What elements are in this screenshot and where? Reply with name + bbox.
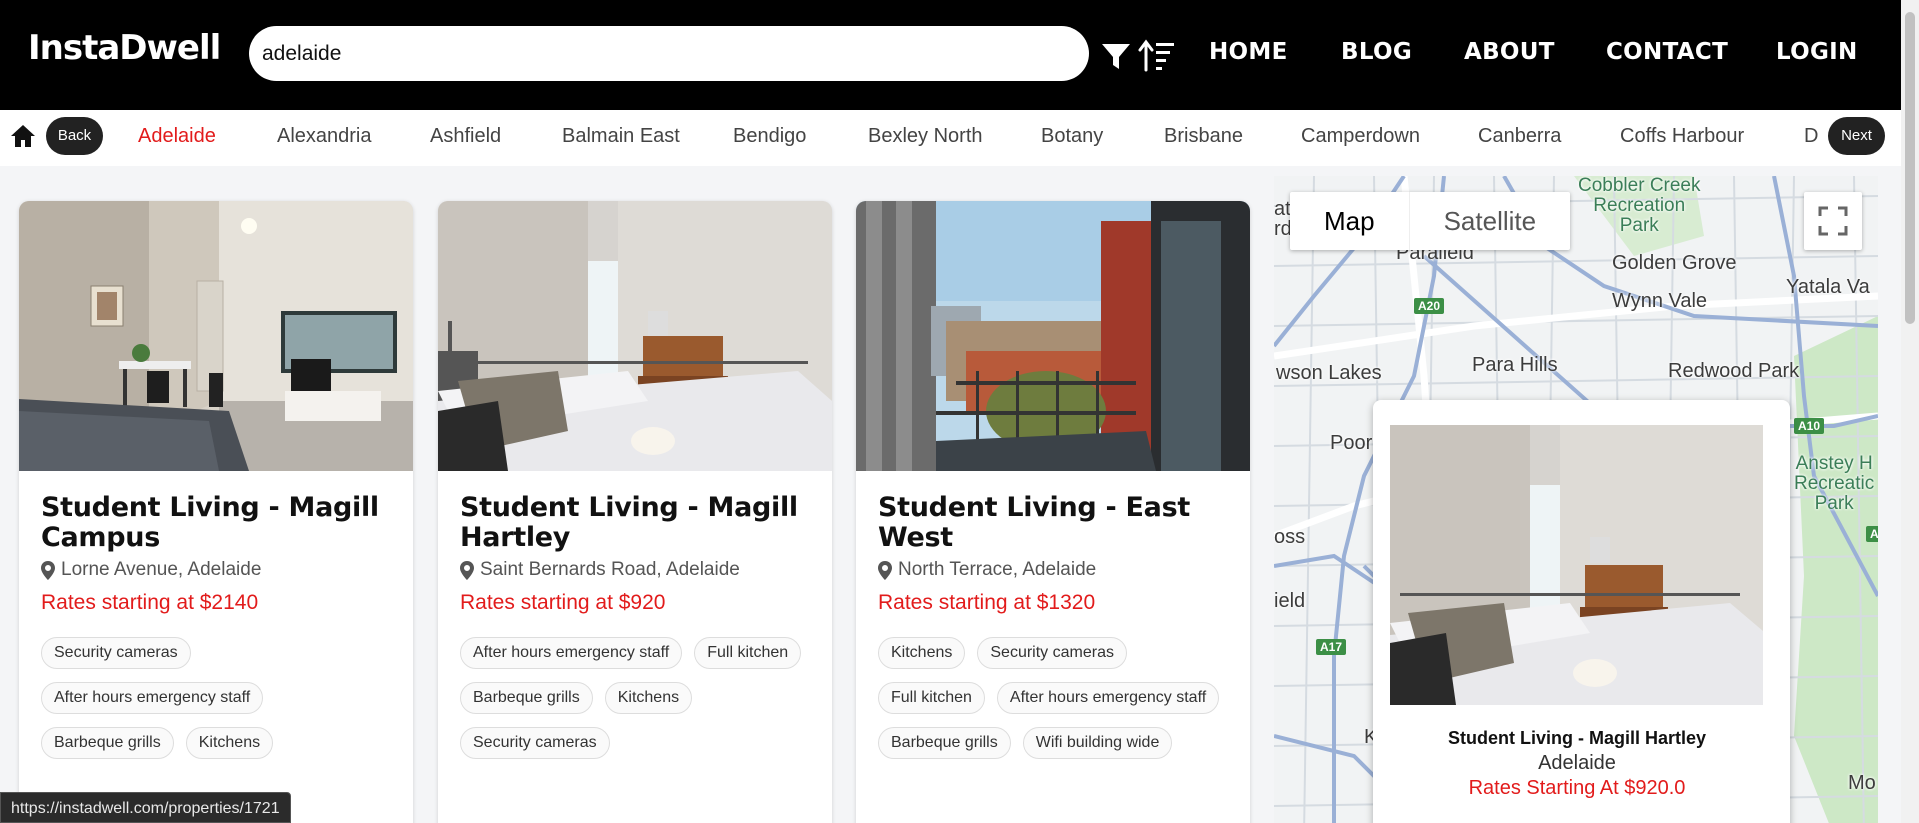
amenity-tag: Barbeque grills [41,727,174,759]
city-bexley-north[interactable]: Bexley North [868,125,983,148]
amenity-tags: Security cameras After hours emergency s… [41,637,391,759]
road-shield: A20 [1414,298,1445,314]
listing-photo[interactable] [856,201,1250,471]
city-botany[interactable]: Botany [1041,125,1103,148]
road-shield: A17 [1316,639,1347,655]
city-ashfield[interactable]: Ashfield [430,125,501,148]
city-adelaide[interactable]: Adelaide [138,125,216,148]
map-label: ield [1274,590,1306,612]
amenity-tag: After hours emergency staff [41,682,264,714]
map-label: wson Lakes [1276,362,1382,384]
amenity-tag: After hours emergency staff [996,682,1220,714]
map-label: Redwood Park [1668,360,1800,382]
road-shield: A [1866,526,1878,542]
map-label: Cobbler Creek Recreation Park [1578,176,1701,236]
location-pin-icon [460,560,474,580]
city-canberra[interactable]: Canberra [1478,125,1561,148]
amenity-tag: After hours emergency staff [460,637,683,669]
listing-rate: Rates starting at $2140 [41,591,259,614]
amenity-tag: Full kitchen [694,637,802,669]
listing-photo[interactable] [438,201,832,471]
home-icon[interactable] [10,123,36,149]
search-input[interactable] [249,26,1089,81]
info-window-rate: Rates Starting At $920.0 [1468,777,1686,799]
map-label: Wynn Vale [1612,290,1708,312]
map-info-window[interactable]: Student Living - Magill Hartley Adelaide… [1373,400,1790,823]
city-strip: Back Adelaide Alexandria Ashfield Balmai… [0,110,1901,166]
listing-title[interactable]: Student Living - Magill Campus [41,493,391,553]
amenity-tag: Security cameras [41,637,191,669]
listing-rate: Rates starting at $920 [460,591,666,614]
site-logo[interactable]: InstaDwell [28,28,221,68]
next-button[interactable]: Next [1828,117,1885,155]
fullscreen-button[interactable] [1804,192,1862,250]
listing-card[interactable]: Student Living - East West North Terrace… [856,201,1250,823]
nav-contact[interactable]: CONTACT [1606,39,1728,65]
nav-home[interactable]: HOME [1209,39,1288,65]
amenity-tag: Barbeque grills [878,727,1011,759]
map-label: Golden Grove [1612,252,1737,274]
nav-login[interactable]: LOGIN [1776,39,1858,65]
map-type-control: Map Satellite [1290,192,1571,250]
amenity-tag: Barbeque grills [460,682,593,714]
listing-card[interactable]: Student Living - Magill Hartley Saint Be… [438,201,832,823]
city-bendigo[interactable]: Bendigo [733,125,806,148]
city-partial[interactable]: D [1804,125,1818,148]
map-label: Anstey H Recreatic Park [1794,453,1875,514]
listing-address: Lorne Avenue, Adelaide [61,559,262,580]
city-coffs-harbour[interactable]: Coffs Harbour [1620,125,1744,148]
amenity-tag: Security cameras [460,727,610,759]
amenity-tag: Kitchens [604,682,693,714]
page-scrollbar[interactable] [1901,0,1919,823]
amenity-tags: Kitchens Security cameras Full kitchen A… [878,637,1228,759]
city-camperdown[interactable]: Camperdown [1301,125,1420,148]
amenity-tags: After hours emergency staff Full kitchen… [460,637,810,759]
listing-address: Saint Bernards Road, Adelaide [480,559,740,580]
map-type-satellite-button[interactable]: Satellite [1408,192,1571,250]
amenity-tag: Wifi building wide [1022,727,1173,759]
listing-address: North Terrace, Adelaide [898,559,1097,580]
info-window-photo[interactable] [1390,425,1763,705]
sort-icon[interactable] [1138,38,1176,72]
listing-card[interactable]: Student Living - Magill Campus Lorne Ave… [19,201,413,823]
nav-blog[interactable]: BLOG [1341,39,1412,65]
info-window-city: Adelaide [1538,752,1616,774]
city-balmain-east[interactable]: Balmain East [562,125,680,148]
amenity-tag: Security cameras [977,637,1127,669]
amenity-tag: Full kitchen [878,682,985,714]
listing-title[interactable]: Student Living - East West [878,493,1228,553]
road-shield: A10 [1794,418,1825,434]
amenity-tag: Kitchens [878,637,966,669]
listing-rate: Rates starting at $1320 [878,591,1096,614]
map-label: oss [1274,526,1306,548]
map-type-map-button[interactable]: Map [1290,192,1409,250]
amenity-tag: Kitchens [185,727,274,759]
map-label: Poor [1330,432,1373,454]
listing-title[interactable]: Student Living - Magill Hartley [460,493,810,553]
location-pin-icon [41,560,55,580]
link-status-bar: https://instadwell.com/properties/1721 [0,792,291,823]
city-alexandria[interactable]: Alexandria [277,125,372,148]
top-navbar: InstaDwell HOME BLOG ABOUT CONTACT LOGIN [0,0,1901,110]
scrollbar-thumb[interactable] [1905,12,1915,324]
fullscreen-icon [1818,206,1848,236]
search-bar[interactable] [249,26,1089,81]
listing-photo[interactable] [19,201,413,471]
map-label: Mo [1848,772,1876,794]
back-button[interactable]: Back [46,117,103,155]
filter-icon[interactable] [1100,40,1132,72]
location-pin-icon [878,560,892,580]
info-window-title[interactable]: Student Living - Magill Hartley [1373,728,1781,749]
map-label: Yatala Va [1786,276,1870,298]
map-label: Para Hills [1472,354,1558,376]
city-brisbane[interactable]: Brisbane [1164,125,1243,148]
nav-about[interactable]: ABOUT [1464,39,1555,65]
